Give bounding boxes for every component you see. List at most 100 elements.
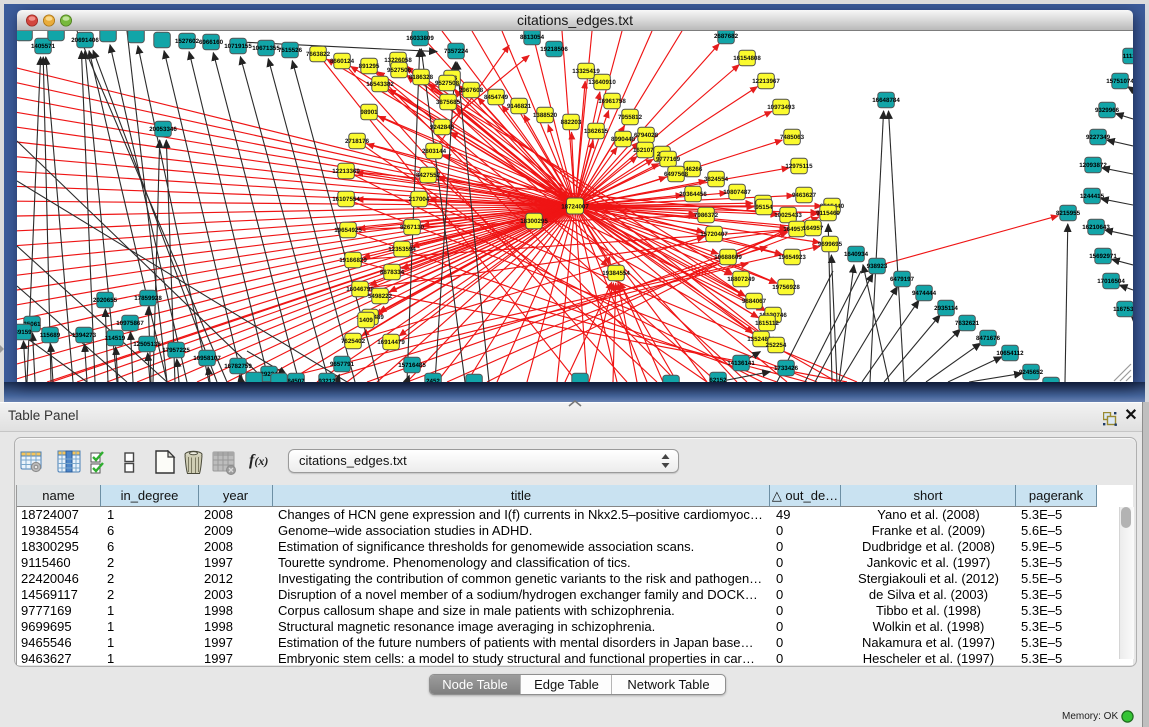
svg-text:5498222: 5498222 — [368, 293, 393, 300]
svg-text:10688609: 10688609 — [714, 254, 742, 261]
svg-text:17859928: 17859928 — [134, 295, 162, 302]
svg-text:9463627: 9463627 — [792, 192, 817, 199]
svg-text:11125: 11125 — [1123, 53, 1133, 60]
svg-text:1733426: 1733426 — [774, 365, 799, 372]
svg-text:10671355: 10671355 — [252, 45, 280, 52]
svg-text:7625402: 7625402 — [341, 338, 366, 345]
svg-text:9245652: 9245652 — [1019, 369, 1044, 376]
svg-text:8215955: 8215955 — [1056, 210, 1081, 217]
svg-text:9242848: 9242848 — [430, 124, 455, 131]
svg-text:10025433: 10025433 — [774, 212, 802, 219]
svg-text:8427552: 8427552 — [416, 172, 441, 179]
svg-text:18300295: 18300295 — [520, 218, 548, 225]
svg-text:19218506: 19218506 — [540, 46, 568, 53]
svg-text:18724007: 18724007 — [561, 204, 589, 211]
svg-text:6497568: 6497568 — [664, 171, 689, 178]
svg-text:7632621: 7632621 — [955, 320, 980, 327]
svg-text:19654923: 19654923 — [778, 254, 806, 261]
svg-text:9777169: 9777169 — [656, 156, 681, 163]
svg-text:13325419: 13325419 — [572, 68, 600, 75]
svg-text:10654112: 10654112 — [996, 350, 1024, 357]
svg-text:217004: 217004 — [409, 196, 430, 203]
svg-text:10973493: 10973493 — [767, 104, 795, 111]
svg-text:8454749: 8454749 — [484, 94, 509, 101]
svg-text:20691406: 20691406 — [71, 37, 99, 44]
svg-text:2935114: 2935114 — [934, 305, 958, 312]
svg-text:1527602: 1527602 — [175, 38, 200, 45]
svg-text:17957225: 17957225 — [162, 347, 190, 354]
svg-text:62152: 62152 — [709, 377, 727, 382]
svg-text:16543382: 16543382 — [366, 81, 394, 88]
svg-text:7955812: 7955812 — [618, 114, 643, 121]
svg-text:115689: 115689 — [40, 332, 61, 339]
svg-text:13640910: 13640910 — [588, 79, 616, 86]
svg-text:3875685: 3875685 — [436, 99, 461, 106]
svg-text:114519: 114519 — [105, 335, 126, 342]
svg-text:98901: 98901 — [360, 109, 378, 116]
svg-text:9227349: 9227349 — [1086, 134, 1111, 141]
svg-text:938923: 938923 — [867, 263, 888, 270]
svg-text:7485063: 7485063 — [780, 134, 805, 141]
svg-text:1394273: 1394273 — [72, 332, 97, 339]
svg-text:15716485: 15716485 — [398, 362, 426, 369]
svg-text:9657791: 9657791 — [330, 361, 355, 368]
svg-text:16914479: 16914479 — [377, 339, 405, 346]
svg-text:2967608: 2967608 — [459, 87, 484, 94]
svg-text:14136141: 14136141 — [727, 360, 755, 367]
svg-text:1388520: 1388520 — [533, 112, 558, 119]
svg-text:2687682: 2687682 — [714, 33, 739, 40]
svg-text:20053346: 20053346 — [149, 126, 177, 133]
svg-text:16107554: 16107554 — [332, 196, 360, 203]
svg-text:8878334: 8878334 — [380, 269, 405, 276]
svg-text:6479197: 6479197 — [890, 276, 915, 283]
svg-text:6794028: 6794028 — [634, 132, 659, 139]
svg-text:16210643: 16210643 — [1082, 224, 1110, 231]
svg-text:2020655: 2020655 — [93, 297, 118, 304]
svg-text:10719155: 10719155 — [224, 43, 252, 50]
svg-text:17016504: 17016504 — [1097, 278, 1125, 285]
svg-text:9884067: 9884067 — [742, 298, 767, 305]
svg-text:891295: 891295 — [359, 63, 380, 70]
svg-text:19384554: 19384554 — [602, 270, 630, 277]
svg-text:8471676: 8471676 — [976, 335, 1001, 342]
svg-text:9527506: 9527506 — [387, 67, 412, 74]
svg-text:19756928: 19756928 — [772, 284, 800, 291]
svg-text:93212: 93212 — [318, 378, 336, 382]
svg-text:2452: 2452 — [426, 378, 440, 382]
svg-text:9115460: 9115460 — [816, 210, 840, 217]
svg-text:8990448: 8990448 — [611, 136, 636, 143]
svg-text:19166829: 19166829 — [339, 257, 367, 264]
svg-text:12213967: 12213967 — [752, 78, 780, 85]
svg-text:7357224: 7357224 — [444, 48, 469, 55]
svg-text:1362615: 1362615 — [584, 128, 609, 135]
svg-text:3824554: 3824554 — [704, 176, 729, 183]
svg-text:9146821: 9146821 — [507, 103, 532, 110]
svg-text:16033809: 16033809 — [406, 35, 434, 42]
svg-text:8186328: 8186328 — [409, 74, 434, 81]
svg-text:1640934: 1640934 — [844, 251, 869, 258]
svg-text:15692971: 15692971 — [1089, 253, 1117, 260]
svg-text:252254: 252254 — [766, 342, 787, 349]
svg-text:16046798: 16046798 — [346, 286, 374, 293]
svg-text:9329966: 9329966 — [1095, 107, 1120, 114]
svg-text:39159: 39159 — [17, 329, 32, 336]
svg-text:1244415: 1244415 — [1080, 193, 1105, 200]
svg-text:1409: 1409 — [359, 317, 373, 324]
svg-text:10975867: 10975867 — [116, 320, 144, 327]
svg-text:2718176: 2718176 — [345, 138, 370, 145]
svg-text:1615112: 1615112 — [755, 320, 779, 327]
svg-text:95154: 95154 — [755, 204, 773, 211]
svg-text:2803144: 2803144 — [422, 148, 447, 155]
svg-text:15720407: 15720407 — [700, 231, 728, 238]
svg-text:10958107: 10958107 — [193, 355, 221, 362]
svg-text:12975115: 12975115 — [785, 163, 813, 170]
svg-text:7986372: 7986372 — [694, 212, 719, 219]
svg-text:18807249: 18807249 — [727, 276, 755, 283]
svg-text:9699695: 9699695 — [818, 241, 843, 248]
svg-text:164957: 164957 — [803, 225, 824, 232]
svg-text:1405571: 1405571 — [31, 43, 56, 50]
svg-text:8660124: 8660124 — [330, 58, 355, 65]
svg-text:16782759: 16782759 — [224, 363, 252, 370]
svg-text:9474444: 9474444 — [912, 290, 937, 297]
svg-text:20364456: 20364456 — [679, 191, 707, 198]
